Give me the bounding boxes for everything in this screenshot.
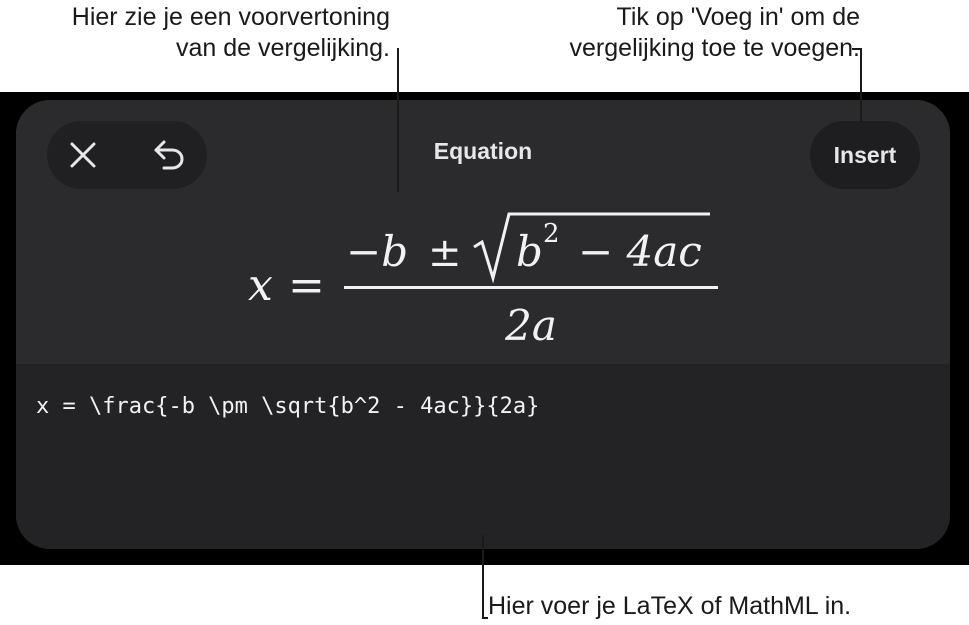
callout-input-line: Hier voer je LaTeX of MathML in. [488, 592, 852, 620]
numerator-minus-b: −b [346, 227, 408, 276]
equation-lhs-variable: x [248, 260, 273, 311]
leader-line-insert-hook [852, 48, 862, 50]
latex-input-field[interactable]: x = \frac{-b \pm \sqrt{b^2 - 4ac}}{2a} [36, 392, 916, 422]
leader-line-insert [860, 48, 862, 122]
callout-insert-line-2: vergelijking toe te voegen. [569, 34, 860, 62]
equation-preview: x = −b ± b 2 − 4ac 2a [248, 212, 718, 350]
radicand-exponent: 2 [543, 219, 560, 249]
radicand-base: b [516, 227, 543, 276]
callout-preview-annotation: Hier zie je een voorvertoning van de ver… [72, 2, 390, 64]
insert-button[interactable]: Insert [810, 121, 920, 189]
equation-sheet: Equation Insert x = −b ± b 2 − 4ac 2a x … [16, 100, 950, 549]
callout-insert-annotation: Tik op 'Voeg in' om de vergelijking toe … [570, 2, 860, 64]
callout-preview-line-2: van de vergelijking. [175, 34, 390, 62]
leader-line-preview [397, 48, 399, 192]
callout-insert-line-1: Tik op 'Voeg in' om de [616, 3, 860, 31]
leader-line-input [482, 535, 484, 619]
radicand-rest: − 4ac [578, 227, 702, 276]
numerator-plus-minus: ± [428, 230, 462, 276]
fraction-denominator: 2a [504, 301, 557, 350]
fraction-bar [344, 286, 718, 289]
callout-input-annotation: Hier voer je LaTeX of MathML in. [488, 591, 851, 622]
equation-equals-sign: = [288, 260, 325, 311]
callout-preview-line-1: Hier zie je een voorvertoning [71, 3, 390, 31]
